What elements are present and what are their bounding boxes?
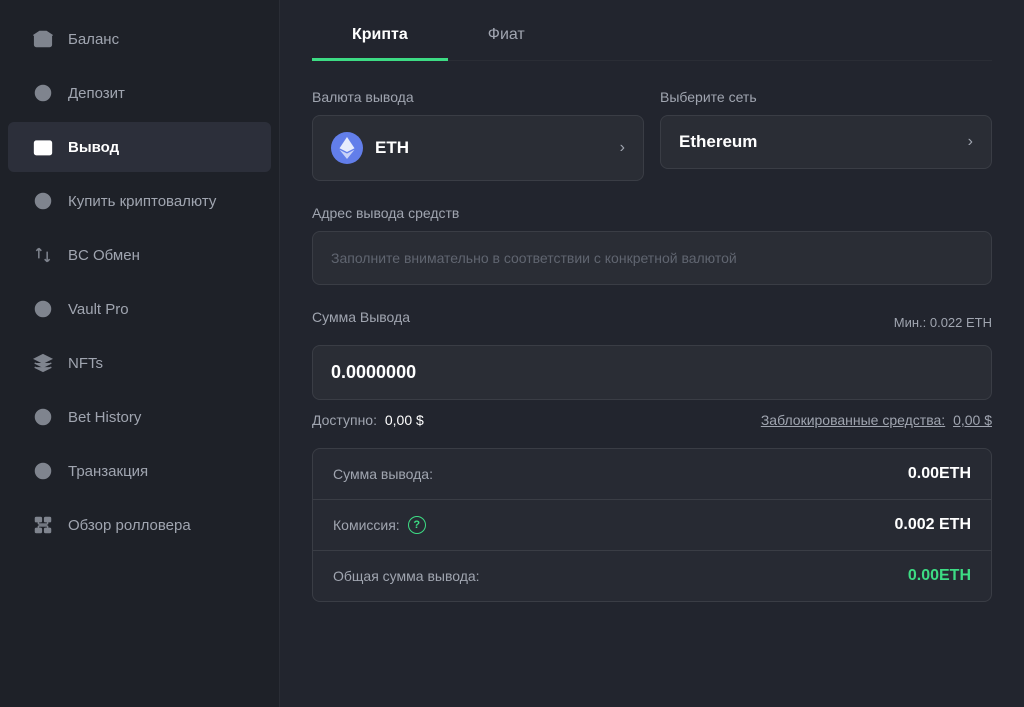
- sidebar-item-rollover[interactable]: Обзор ролловера: [8, 500, 271, 550]
- eth-logo: [331, 132, 363, 164]
- summary-box: Сумма вывода: 0.00ETH Комиссия: ? 0.002 …: [312, 448, 992, 602]
- transaction-icon: [32, 460, 54, 482]
- currency-value: ETH: [375, 138, 409, 158]
- withdrawal-icon: [32, 136, 54, 158]
- sidebar-label-withdrawal: Вывод: [68, 139, 119, 156]
- currency-chevron-icon: ›: [620, 139, 625, 157]
- sidebar-item-bc-exchange[interactable]: BC Обмен: [8, 230, 271, 280]
- total-summary-label: Общая сумма вывода:: [333, 568, 480, 584]
- fee-info-icon[interactable]: ?: [408, 516, 426, 534]
- sidebar-item-vault-pro[interactable]: Vault Pro: [8, 284, 271, 334]
- amount-header: Сумма Вывода Мин.: 0.022 ETH: [312, 309, 992, 335]
- currency-label: Валюта вывода: [312, 89, 644, 105]
- blocked-label[interactable]: Заблокированные средства:: [761, 412, 945, 428]
- network-select[interactable]: Ethereum ›: [660, 115, 992, 169]
- sidebar-label-vault-pro: Vault Pro: [68, 301, 129, 318]
- blocked-section: Заблокированные средства: 0,00 $: [761, 412, 992, 428]
- buy-crypto-icon: [32, 190, 54, 212]
- network-chevron-icon: ›: [968, 133, 973, 151]
- address-label: Адрес вывода средств: [312, 205, 992, 221]
- deposit-icon: [32, 82, 54, 104]
- nft-icon: [32, 352, 54, 374]
- rollover-icon: [32, 514, 54, 536]
- sidebar-label-balance: Баланс: [68, 31, 119, 48]
- sidebar-item-deposit[interactable]: Депозит: [8, 68, 271, 118]
- address-section: Адрес вывода средств: [312, 205, 992, 285]
- sidebar-label-deposit: Депозит: [68, 85, 125, 102]
- currency-select[interactable]: ETH ›: [312, 115, 644, 181]
- summary-row-total: Общая сумма вывода: 0.00ETH: [313, 551, 991, 601]
- tab-fiat[interactable]: Фиат: [448, 12, 565, 61]
- currency-select-left: ETH: [331, 132, 409, 164]
- amount-box[interactable]: 0.0000000: [312, 345, 992, 400]
- summary-row-fee: Комиссия: ? 0.002 ETH: [313, 500, 991, 551]
- sidebar-item-bet-history[interactable]: Bet History: [8, 392, 271, 442]
- withdrawal-summary-label: Сумма вывода:: [333, 466, 433, 482]
- sidebar-item-nfts[interactable]: NFTs: [8, 338, 271, 388]
- sidebar-label-bc-exchange: BC Обмен: [68, 247, 140, 264]
- sidebar: Баланс Депозит Вывод Ку: [0, 0, 280, 707]
- sidebar-label-buy-crypto: Купить криптовалюту: [68, 193, 216, 210]
- sidebar-item-buy-crypto[interactable]: Купить криптовалюту: [8, 176, 271, 226]
- sidebar-label-rollover: Обзор ролловера: [68, 517, 191, 534]
- tabs-bar: Крипта Фиат: [312, 0, 992, 61]
- sidebar-label-nfts: NFTs: [68, 355, 103, 372]
- clock-icon: [32, 406, 54, 428]
- wallet-icon: [32, 28, 54, 50]
- exchange-icon: [32, 244, 54, 266]
- fee-summary-label: Комиссия: ?: [333, 516, 426, 534]
- total-summary-value: 0.00ETH: [908, 567, 971, 585]
- fee-summary-value: 0.002 ETH: [895, 516, 971, 534]
- amount-min: Мин.: 0.022 ETH: [894, 315, 992, 330]
- available-row: Доступно: 0,00 $ Заблокированные средств…: [312, 412, 992, 428]
- available-section: Доступно: 0,00 $: [312, 412, 424, 428]
- summary-row-withdrawal: Сумма вывода: 0.00ETH: [313, 449, 991, 500]
- sidebar-item-balance[interactable]: Баланс: [8, 14, 271, 64]
- available-value: 0,00 $: [385, 412, 424, 428]
- available-label: Доступно:: [312, 412, 377, 428]
- vault-icon: [32, 298, 54, 320]
- address-input[interactable]: [312, 231, 992, 285]
- withdrawal-summary-value: 0.00ETH: [908, 465, 971, 483]
- main-content: Крипта Фиат Валюта вывода ETH ›: [280, 0, 1024, 707]
- sidebar-item-transaction[interactable]: Транзакция: [8, 446, 271, 496]
- amount-value: 0.0000000: [331, 362, 416, 382]
- network-label: Выберите сеть: [660, 89, 992, 105]
- tab-crypto[interactable]: Крипта: [312, 12, 448, 61]
- sidebar-item-withdrawal[interactable]: Вывод: [8, 122, 271, 172]
- network-value: Ethereum: [679, 132, 757, 152]
- sidebar-label-bet-history: Bet History: [68, 409, 141, 426]
- amount-label: Сумма Вывода: [312, 309, 410, 325]
- sidebar-label-transaction: Транзакция: [68, 463, 148, 480]
- amount-section: Сумма Вывода Мин.: 0.022 ETH 0.0000000: [312, 309, 992, 400]
- blocked-value: 0,00 $: [953, 412, 992, 428]
- currency-network-row: Валюта вывода ETH › Выберите сеть Ethere: [312, 89, 992, 181]
